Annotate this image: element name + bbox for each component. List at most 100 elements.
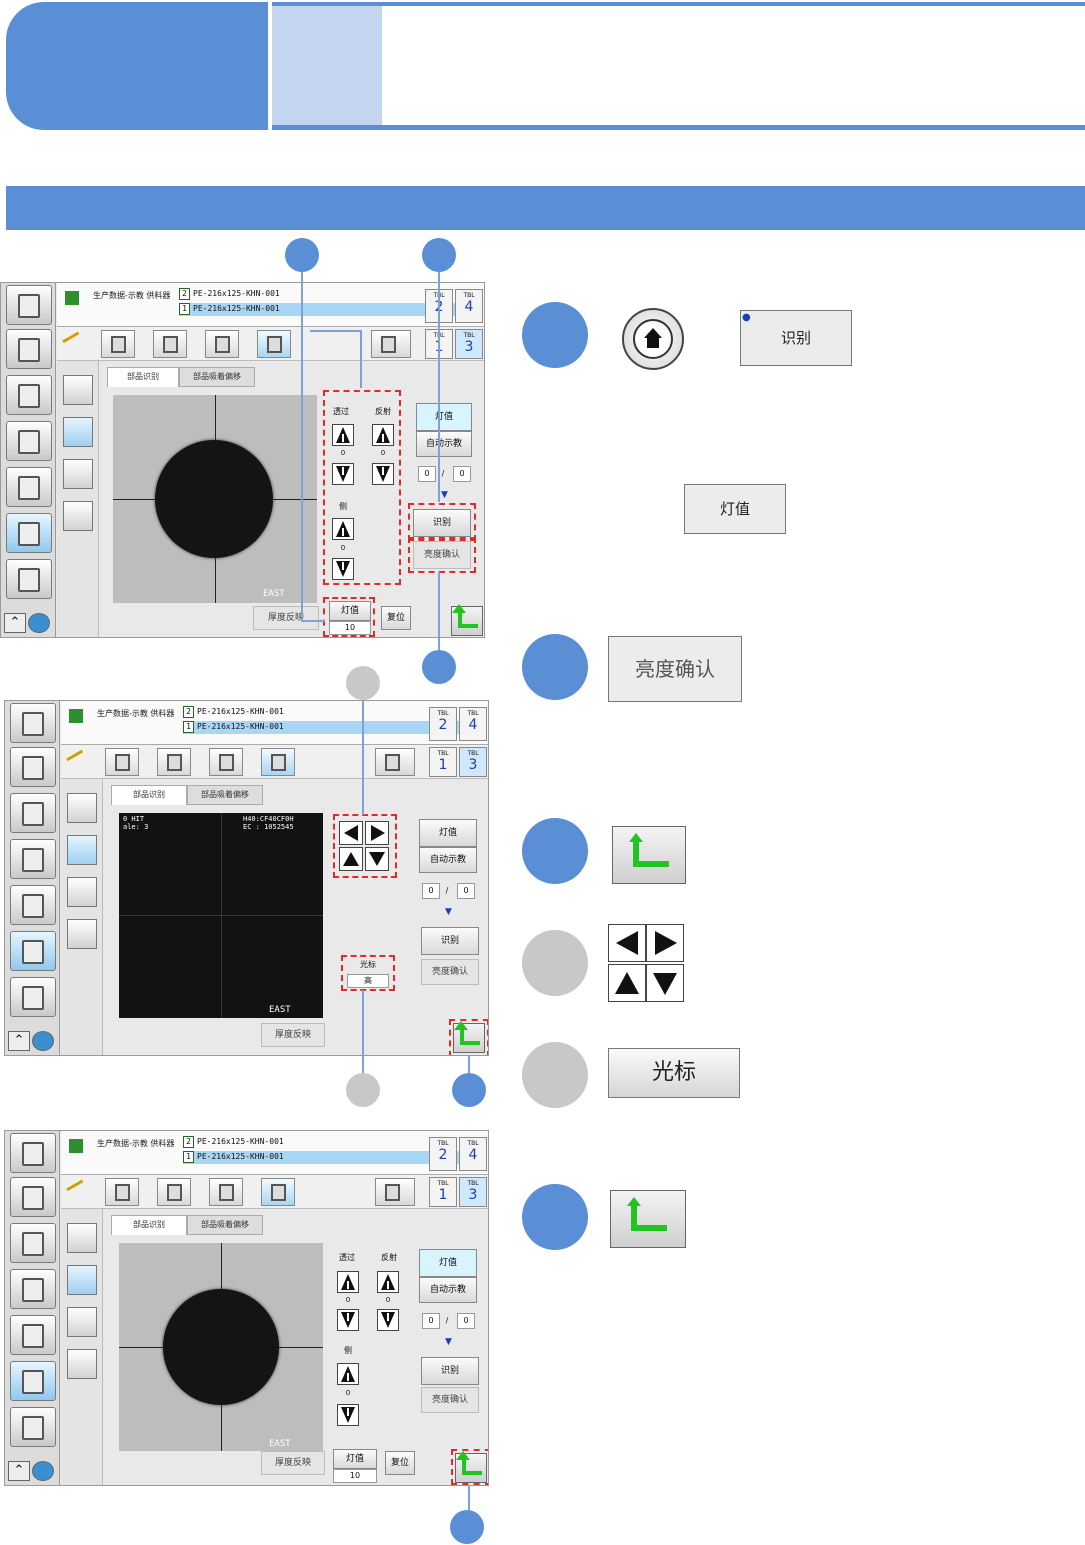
robot-icon[interactable]	[10, 1177, 56, 1217]
toolbar-button-2[interactable]	[157, 748, 191, 776]
chart-icon[interactable]	[6, 421, 52, 461]
vnav-button-1[interactable]	[67, 793, 97, 823]
vnav-button-3[interactable]	[67, 1307, 97, 1337]
thickness-reflect-button[interactable]: 厚度反映	[261, 1451, 325, 1475]
arrow-down-indicator: ▼	[441, 490, 448, 500]
auto-teach-button[interactable]: 自动示教	[419, 1277, 477, 1303]
lamp-value-button[interactable]: 灯值	[416, 403, 472, 431]
step-marker-4	[522, 930, 588, 996]
robot-icon[interactable]	[6, 329, 52, 369]
teach-icon[interactable]	[6, 513, 52, 553]
tbl-4-button[interactable]: TBL 4	[459, 1137, 487, 1171]
thickness-reflect-button[interactable]: 厚度反映	[253, 606, 319, 630]
tbl-3-button[interactable]: TBL 3	[459, 1177, 487, 1207]
vnav-button-2[interactable]	[67, 1265, 97, 1295]
reset-button[interactable]: 复位	[385, 1451, 415, 1475]
globe-icon[interactable]	[32, 1461, 54, 1481]
globe-icon[interactable]	[28, 613, 50, 633]
machine-icon[interactable]	[6, 559, 52, 599]
teach-icon[interactable]	[10, 1361, 56, 1401]
vnav-button-3[interactable]	[63, 459, 93, 489]
machine-icon[interactable]	[10, 1407, 56, 1447]
leader-line-1	[301, 272, 303, 622]
document-button[interactable]	[371, 330, 411, 358]
globe-icon[interactable]	[32, 1031, 54, 1051]
toolbar-button-4[interactable]	[261, 748, 295, 776]
chart-icon[interactable]	[10, 1269, 56, 1309]
toolbar-button-3[interactable]	[209, 748, 243, 776]
tbl-3-button[interactable]: TBL 3	[459, 747, 487, 777]
double-chevron-up-icon[interactable]: ⌃	[8, 1461, 30, 1481]
toolbar-button-4[interactable]	[261, 1178, 295, 1206]
auto-teach-button[interactable]: 自动示教	[419, 847, 477, 873]
reset-button[interactable]: 复位	[381, 606, 411, 630]
side-up-button[interactable]	[337, 1363, 359, 1385]
tab-pickup-offset[interactable]: 部品吸着偏移	[179, 367, 255, 387]
vnav-button-2[interactable]	[63, 417, 93, 447]
lamp-value-button[interactable]: 灯值	[419, 1249, 477, 1277]
tbl-2-button[interactable]: TBL2	[429, 707, 457, 741]
recognize-button[interactable]: 识别	[421, 927, 479, 955]
reflect-down-button[interactable]	[377, 1309, 399, 1331]
robot-icon[interactable]	[10, 747, 56, 787]
return-arrow-icon	[627, 1197, 667, 1231]
tab-component-recognition[interactable]: 部品识别	[111, 1215, 187, 1235]
lamp-value-display-button[interactable]: 灯值	[333, 1449, 377, 1469]
tab-pickup-offset[interactable]: 部品吸着偏移	[187, 1215, 263, 1235]
toolbar-button-2[interactable]	[157, 1178, 191, 1206]
machine-icon[interactable]	[10, 977, 56, 1017]
production-data-icon[interactable]	[6, 375, 52, 415]
alarm-clock-icon[interactable]	[10, 885, 56, 925]
tbl-4-button[interactable]: TBL 4	[455, 289, 483, 323]
return-button[interactable]	[451, 604, 483, 636]
tab-component-recognition[interactable]: 部品识别	[111, 785, 187, 805]
teach-icon[interactable]	[10, 931, 56, 971]
toolbar-button-1[interactable]	[105, 1178, 139, 1206]
toolbar-button-3[interactable]	[209, 1178, 243, 1206]
chart-icon[interactable]	[10, 839, 56, 879]
auto-teach-button[interactable]: 自动示教	[416, 431, 472, 457]
double-chevron-up-icon[interactable]: ⌃	[4, 613, 26, 633]
tbl-2-button[interactable]: TBL2	[429, 1137, 457, 1171]
vnav-button-2[interactable]	[67, 835, 97, 865]
home-icon[interactable]	[10, 703, 56, 743]
side-down-button[interactable]	[337, 1404, 359, 1426]
toolbar-button-4[interactable]	[257, 330, 291, 358]
document-button[interactable]	[375, 748, 415, 776]
vnav-button-4[interactable]	[67, 919, 97, 949]
alarm-clock-icon[interactable]	[10, 1315, 56, 1355]
overlay-left-2: ale: 3	[123, 823, 149, 831]
alarm-clock-icon[interactable]	[6, 467, 52, 507]
transmit-up-button[interactable]	[337, 1271, 359, 1293]
tbl-1-button[interactable]: TBL1	[429, 747, 457, 777]
brightness-confirm-button[interactable]: 亮度确认	[421, 1387, 479, 1413]
brightness-confirm-button[interactable]: 亮度确认	[421, 959, 479, 985]
toolbar-button-3[interactable]	[205, 330, 239, 358]
lamp-value-button[interactable]: 灯值	[419, 819, 477, 847]
tab-pickup-offset[interactable]: 部品吸着偏移	[187, 785, 263, 805]
overlay-right-1: H40:CF40CF0H	[243, 815, 294, 823]
home-icon[interactable]	[10, 1133, 56, 1173]
production-data-icon[interactable]	[10, 1223, 56, 1263]
thickness-reflect-button[interactable]: 厚度反映	[261, 1023, 325, 1047]
recognize-button[interactable]: 识别	[421, 1357, 479, 1385]
reflect-up-button[interactable]	[377, 1271, 399, 1293]
document-button[interactable]	[375, 1178, 415, 1206]
transmit-down-button[interactable]	[337, 1309, 359, 1331]
tab-component-recognition[interactable]: 部品识别	[107, 367, 179, 387]
tbl-4-button[interactable]: TBL 4	[459, 707, 487, 741]
double-chevron-up-icon[interactable]: ⌃	[8, 1031, 30, 1051]
toolbar-button-1[interactable]	[105, 748, 139, 776]
tbl-1-button[interactable]: TBL1	[429, 1177, 457, 1207]
tbl-3-button[interactable]: TBL 3	[455, 329, 483, 359]
production-data-icon[interactable]	[10, 793, 56, 833]
toolbar-button-2[interactable]	[153, 330, 187, 358]
vnav-button-1[interactable]	[63, 375, 93, 405]
toolbar-button-1[interactable]	[101, 330, 135, 358]
vnav-button-4[interactable]	[67, 1349, 97, 1379]
vnav-button-3[interactable]	[67, 877, 97, 907]
vnav-button-4[interactable]	[63, 501, 93, 531]
link-icon	[66, 1179, 90, 1203]
vnav-button-1[interactable]	[67, 1223, 97, 1253]
home-icon[interactable]	[6, 285, 52, 325]
